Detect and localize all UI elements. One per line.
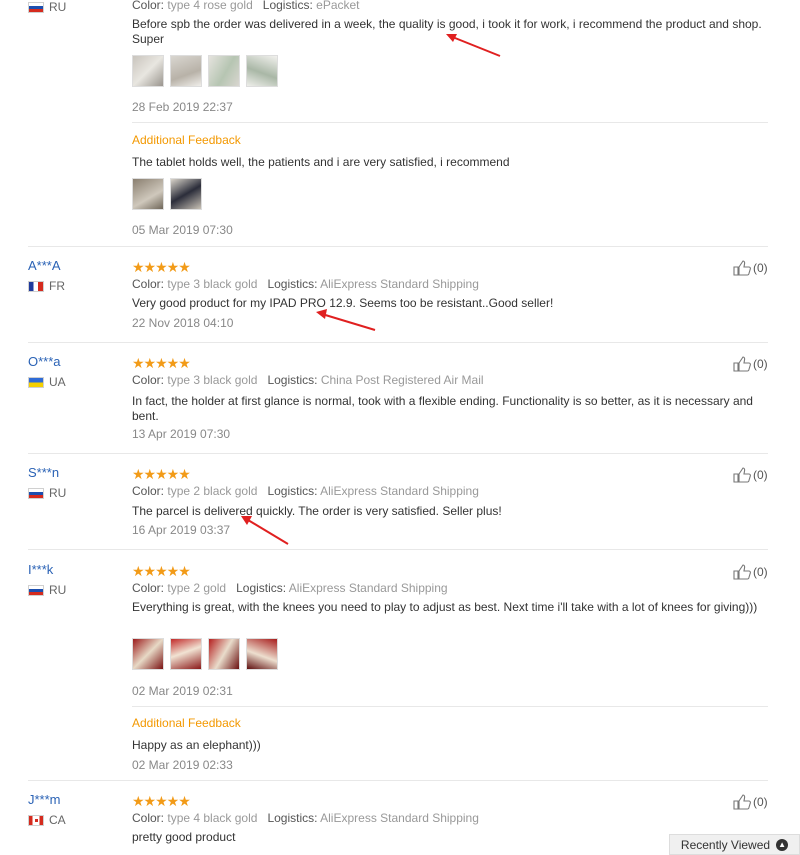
review-divider (28, 246, 768, 247)
review-meta: Color: type 3 black gold Logistics: Chin… (132, 373, 484, 387)
rating-stars: ★★★★★ (132, 259, 191, 275)
additional-feedback-title: Additional Feedback (132, 716, 241, 730)
reviewer-name[interactable]: S***n (28, 465, 59, 480)
annotation-arrow (446, 34, 501, 57)
canada-flag-icon (28, 814, 44, 826)
russia-flag-icon (28, 487, 44, 499)
additional-feedback-title: Additional Feedback (132, 133, 241, 147)
review-photo-thumbnail[interactable] (246, 638, 278, 670)
reviewer-country: CA (28, 813, 66, 827)
review-text: The parcel is delivered quickly. The ord… (132, 504, 502, 518)
review-photo-thumbnail[interactable] (208, 638, 240, 670)
france-flag-icon (28, 280, 44, 292)
review-date: 28 Feb 2019 22:37 (132, 100, 233, 114)
review-divider (28, 453, 768, 454)
annotation-arrow (316, 309, 376, 331)
review-date: 02 Mar 2019 02:31 (132, 684, 233, 698)
helpful-button[interactable]: (0) (733, 260, 768, 276)
thumbs-up-icon (733, 356, 751, 372)
rating-stars: ★★★★★ (132, 355, 191, 371)
review-photo-thumbnail[interactable] (132, 178, 164, 210)
thumbs-up-icon (733, 564, 751, 580)
reviewer-country: RU (28, 0, 66, 14)
russia-flag-icon (28, 1, 44, 13)
recently-viewed-button[interactable]: Recently Viewed ▲ (669, 834, 800, 855)
rating-stars: ★★★★★ (132, 563, 191, 579)
rating-stars: ★★★★★ (132, 793, 191, 809)
reviewer-country: FR (28, 279, 65, 293)
review-photo-thumbnail[interactable] (208, 55, 240, 87)
review-text: Very good product for my IPAD PRO 12.9. … (132, 296, 554, 310)
helpful-button[interactable]: (0) (733, 356, 768, 372)
review-meta: Color: type 4 black gold Logistics: AliE… (132, 811, 479, 825)
review-date: 22 Nov 2018 04:10 (132, 316, 234, 330)
review-divider (28, 549, 768, 550)
thumbs-up-icon (733, 794, 751, 810)
review-divider (28, 780, 768, 781)
reviewer-name[interactable]: O***a (28, 354, 61, 369)
chevron-up-icon: ▲ (776, 838, 789, 851)
review-meta: Color: type 2 gold Logistics: AliExpress… (132, 581, 448, 595)
review-photo-thumbnail[interactable] (132, 638, 164, 670)
review-photo-thumbnail[interactable] (170, 55, 202, 87)
thumbs-up-icon (733, 260, 751, 276)
additional-photos (132, 178, 202, 210)
ukraine-flag-icon (28, 376, 44, 388)
helpful-button[interactable]: (0) (733, 564, 768, 580)
additional-feedback-text: Happy as an elephant))) (132, 738, 261, 752)
annotation-arrow (241, 516, 289, 545)
review-date: 13 Apr 2019 07:30 (132, 427, 231, 441)
reviewer-name[interactable]: A***A (28, 258, 61, 273)
reviewer-country: RU (28, 486, 66, 500)
reviewer-name[interactable]: J***m (28, 792, 61, 807)
russia-flag-icon (28, 584, 44, 596)
divider (132, 122, 768, 123)
review-photo-thumbnail[interactable] (170, 178, 202, 210)
divider (132, 706, 768, 707)
review-photo-thumbnail[interactable] (170, 638, 202, 670)
review-photos (132, 638, 278, 670)
review-photos (132, 55, 278, 87)
reviewer-country: RU (28, 583, 66, 597)
review-meta: Color: type 4 rose gold Logistics: ePack… (132, 0, 360, 12)
review-photo-thumbnail[interactable] (246, 55, 278, 87)
additional-feedback-date: 05 Mar 2019 07:30 (132, 223, 233, 237)
review-text: pretty good product (132, 830, 236, 844)
review-text: In fact, the holder at first glance is n… (132, 394, 753, 423)
review-photo-thumbnail[interactable] (132, 55, 164, 87)
review-meta: Color: type 3 black gold Logistics: AliE… (132, 277, 479, 291)
additional-feedback-date: 02 Mar 2019 02:33 (132, 758, 233, 772)
review-date: 16 Apr 2019 03:37 (132, 523, 231, 537)
review-text: Everything is great, with the knees you … (132, 600, 758, 614)
helpful-button[interactable]: (0) (733, 467, 768, 483)
review-divider (28, 342, 768, 343)
helpful-button[interactable]: (0) (733, 794, 768, 810)
thumbs-up-icon (733, 467, 751, 483)
rating-stars: ★★★★★ (132, 466, 191, 482)
reviewer-country: UA (28, 375, 66, 389)
review-meta: Color: type 2 black gold Logistics: AliE… (132, 484, 479, 498)
additional-feedback-text: The tablet holds well, the patients and … (132, 155, 510, 169)
reviewer-name[interactable]: I***k (28, 562, 53, 577)
